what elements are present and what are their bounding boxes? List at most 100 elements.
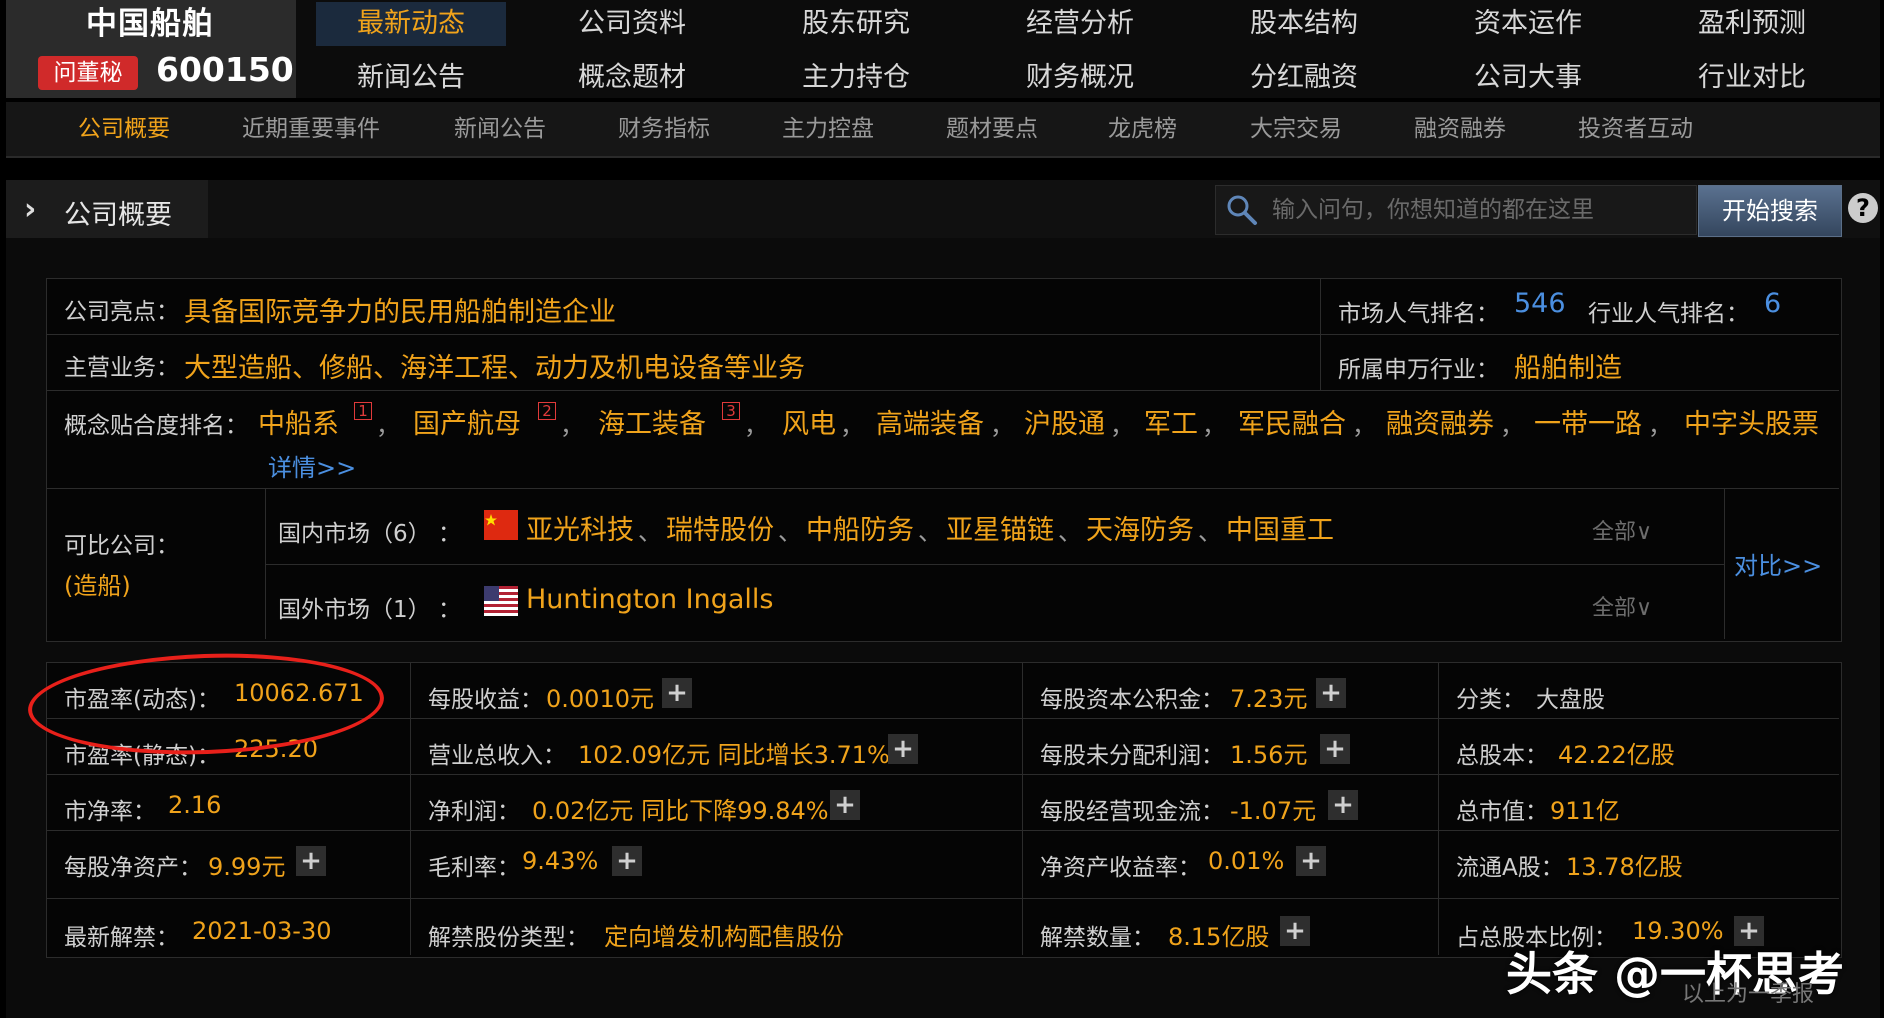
subnav-dragon-tiger[interactable]: 龙虎榜 (1108, 102, 1177, 156)
industry-value[interactable]: 船舶制造 (1514, 346, 1622, 385)
nav-dividend-financing[interactable]: 分红融资 (1209, 56, 1399, 100)
subnav-financial-indicators[interactable]: 财务指标 (618, 102, 710, 156)
subnav-company-overview[interactable]: 公司概要 (78, 102, 170, 156)
comparable-company[interactable]: Huntington Ingalls (526, 584, 774, 615)
ask-secretary-badge[interactable]: 问董秘 (38, 56, 138, 90)
nav-financial-overview[interactable]: 财务概况 (985, 56, 1175, 100)
gross-margin-label: 毛利率： (428, 855, 520, 881)
market-rank-value[interactable]: 546 (1514, 288, 1566, 319)
company-separator: 、 (638, 518, 662, 546)
expand-plus-icon[interactable]: + (830, 790, 860, 820)
concept-separator: ， (1352, 412, 1376, 440)
op-cashflow-value: -1.07元 (1230, 797, 1317, 825)
company-separator: 、 (778, 518, 802, 546)
section-title: 公司概要 (64, 200, 172, 231)
expand-plus-icon[interactable]: + (1280, 916, 1310, 946)
capital-reserve-label: 每股资本公积金： (1040, 687, 1224, 713)
concept-tag[interactable]: 国产航母 (413, 402, 521, 441)
unlock-type-label: 解禁股份类型： (428, 925, 589, 951)
nav-company-info[interactable]: 公司资料 (537, 2, 727, 46)
concept-separator: ， (1500, 412, 1524, 440)
subnav-main-control[interactable]: 主力控盘 (782, 102, 874, 156)
help-icon[interactable]: ? (1848, 193, 1878, 223)
concept-tag[interactable]: 风电 (782, 402, 836, 441)
eps-value: 0.0010元 (546, 685, 654, 713)
class-value: 大盘股 (1536, 687, 1605, 713)
class-label: 分类： (1456, 687, 1525, 713)
nav-main-holdings[interactable]: 主力持仓 (761, 56, 951, 100)
search-button[interactable]: 开始搜索 (1698, 185, 1842, 237)
industry-rank-value[interactable]: 6 (1764, 288, 1781, 319)
expand-plus-icon[interactable]: + (296, 846, 326, 876)
comparable-company[interactable]: 亚光科技 (526, 508, 634, 547)
concept-tag[interactable]: 高端装备 (876, 402, 984, 441)
concept-tag[interactable]: 军工 (1144, 402, 1198, 441)
unlock-qty-value: 8.15亿股 (1168, 923, 1270, 951)
subnav-investor-interaction[interactable]: 投资者互动 (1578, 102, 1693, 156)
concept-tag[interactable]: 融资融券 (1386, 402, 1494, 441)
nav-latest-news[interactable]: 最新动态 (316, 2, 506, 46)
nav-concepts[interactable]: 概念题材 (537, 56, 727, 100)
nav-operation-analysis[interactable]: 经营分析 (985, 2, 1175, 46)
concept-tag[interactable]: 沪股通 (1024, 402, 1105, 441)
domestic-all-dropdown[interactable]: 全部∨ (1592, 514, 1652, 546)
nav-capital-operation[interactable]: 资本运作 (1433, 2, 1623, 46)
pb-label: 市净率： (64, 799, 156, 825)
concept-label: 概念贴合度排名： (64, 413, 248, 439)
float-shares-label: 流通A股： (1456, 855, 1564, 881)
comparable-company[interactable]: 中船防务 (806, 508, 914, 547)
unlock-qty-label: 解禁数量： (1040, 925, 1155, 951)
concept-tag[interactable]: 中字头股票 (1684, 402, 1819, 441)
comparable-company[interactable]: 亚星锚链 (946, 508, 1054, 547)
concept-separator: ， (1110, 412, 1134, 440)
market-rank-label: 市场人气排名： (1338, 301, 1499, 327)
subnav-theme-points[interactable]: 题材要点 (946, 102, 1038, 156)
comparable-company[interactable]: 天海防务 (1086, 508, 1194, 547)
nav-industry-compare[interactable]: 行业对比 (1657, 56, 1847, 100)
concept-separator: ， (744, 412, 768, 440)
comparables-label: 可比公司： (64, 533, 179, 559)
bvps-value: 9.99元 (208, 853, 286, 881)
expand-plus-icon[interactable]: + (888, 734, 918, 764)
foreign-all-dropdown[interactable]: 全部∨ (1592, 590, 1652, 622)
pb-value: 2.16 (168, 791, 222, 819)
net-profit-value: 0.02亿元 同比下降99.84% (532, 797, 829, 825)
comparable-company[interactable]: 中国重工 (1226, 508, 1334, 547)
concept-tag[interactable]: 海工装备 (598, 402, 706, 441)
expand-plus-icon[interactable]: + (662, 678, 692, 708)
concept-tag[interactable]: 中船系 (258, 402, 339, 441)
nav-company-events[interactable]: 公司大事 (1433, 56, 1623, 100)
capital-reserve-value: 7.23元 (1230, 685, 1308, 713)
nav-shareholder-research[interactable]: 股东研究 (761, 2, 951, 46)
nav-announcements[interactable]: 新闻公告 (316, 56, 506, 100)
search-input[interactable] (1270, 190, 1694, 230)
comparables-category: (造船) (64, 572, 131, 600)
expand-plus-icon[interactable]: + (612, 846, 642, 876)
concept-separator: ， (840, 412, 864, 440)
nav-share-structure[interactable]: 股本结构 (1209, 2, 1399, 46)
concept-details-link[interactable]: 详情>> (268, 448, 356, 483)
subnav-margin-trading[interactable]: 融资融券 (1414, 102, 1506, 156)
company-highlight: 具备国际竞争力的民用船舶制造企业 (184, 297, 616, 328)
nav-earnings-forecast[interactable]: 盈利预测 (1657, 2, 1847, 46)
subnav-block-trade[interactable]: 大宗交易 (1250, 102, 1342, 156)
concept-rank-badge: 2 (538, 402, 556, 420)
expand-plus-icon[interactable]: + (1296, 846, 1326, 876)
industry-rank-label: 行业人气排名： (1588, 301, 1749, 327)
chevron-right-icon: › (24, 192, 37, 227)
concept-tag[interactable]: 一带一路 (1534, 402, 1642, 441)
revenue-label: 营业总收入： (428, 743, 566, 769)
expand-plus-icon[interactable]: + (1328, 790, 1358, 820)
expand-plus-icon[interactable]: + (1320, 734, 1350, 764)
subnav-recent-events[interactable]: 近期重要事件 (242, 102, 380, 156)
net-profit-label: 净利润： (428, 799, 520, 825)
business-label: 主营业务： (64, 355, 179, 381)
roe-label: 净资产收益率： (1040, 855, 1201, 881)
foreign-market-label: 国外市场（1） ： (278, 597, 461, 623)
op-cashflow-label: 每股经营现金流： (1040, 799, 1224, 825)
comparable-company[interactable]: 瑞特股份 (666, 508, 774, 547)
expand-plus-icon[interactable]: + (1316, 678, 1346, 708)
subnav-announcements[interactable]: 新闻公告 (454, 102, 546, 156)
concept-tag[interactable]: 军民融合 (1238, 402, 1346, 441)
compare-link[interactable]: 对比>> (1734, 546, 1822, 581)
